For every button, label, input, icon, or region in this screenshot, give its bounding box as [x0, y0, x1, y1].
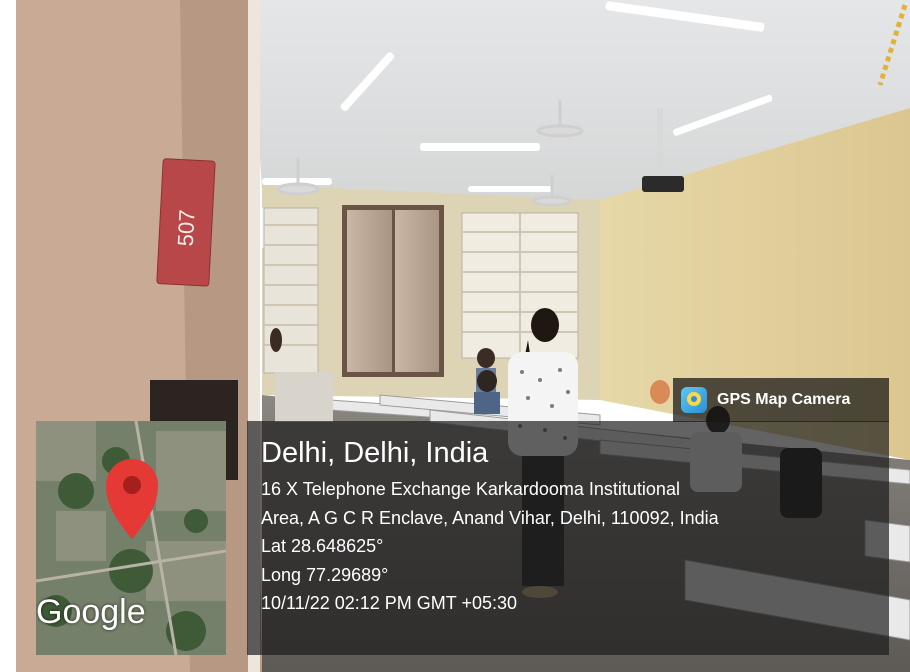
latitude-text: Lat 28.648625°: [261, 536, 384, 556]
window-right: [461, 212, 579, 359]
map-thumbnail[interactable]: Google: [36, 421, 226, 655]
timestamp-text: 10/11/22 02:12 PM GMT +05:30: [261, 593, 517, 613]
google-logo: Google: [36, 593, 146, 631]
address-line-2: Area, A G C R Enclave, Anand Vihar, Delh…: [261, 507, 719, 528]
address-line-1: 16 X Telephone Exchange Karkardooma Inst…: [261, 479, 680, 499]
photo-frame: 507 Google GPS Map Camera Delhi, Delhi, …: [0, 0, 910, 672]
longitude-text: Long 77.29689°: [261, 564, 389, 585]
room-number-sign: 507: [156, 158, 216, 287]
gps-map-camera-badge: GPS Map Camera: [673, 378, 889, 422]
location-title: Delhi, Delhi, India: [261, 437, 489, 469]
room-number-text: 507: [173, 209, 200, 247]
location-info-panel: Delhi, Delhi, India 16 X Telephone Excha…: [247, 421, 889, 655]
gps-map-camera-icon: [681, 387, 707, 413]
cupboard: [342, 205, 444, 377]
app-name-label: GPS Map Camera: [717, 391, 851, 408]
